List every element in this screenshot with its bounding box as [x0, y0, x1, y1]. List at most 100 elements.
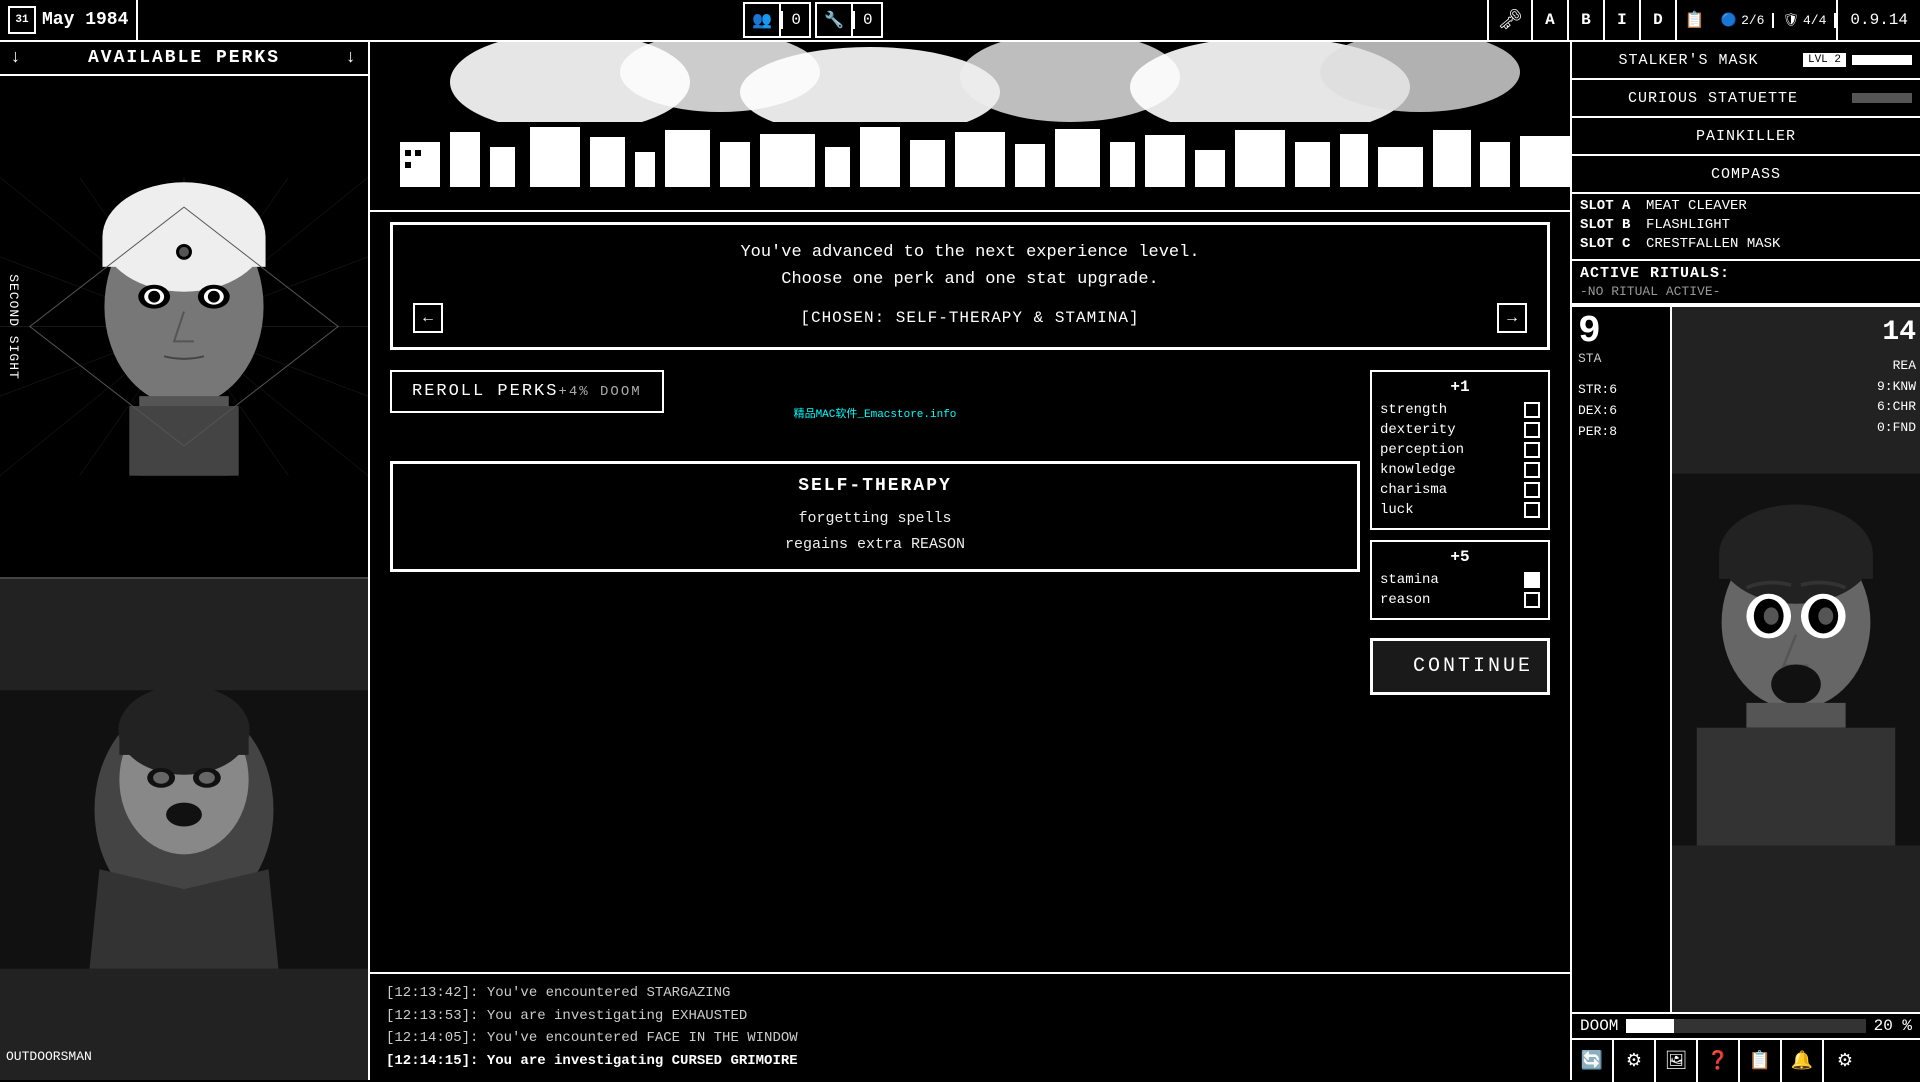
inventory-item-3[interactable]: PAINKILLER — [1572, 118, 1920, 156]
letter-b[interactable]: B — [1569, 0, 1605, 40]
stat-strength-checkbox[interactable] — [1524, 402, 1540, 418]
stat-charisma-row[interactable]: charisma — [1380, 482, 1540, 498]
stat-luck-row[interactable]: luck — [1380, 502, 1540, 518]
action-icon-2[interactable]: ⚙ — [1614, 1040, 1656, 1082]
people-count: 0 — [781, 11, 809, 29]
log-line-4: [12:14:15]: You are investigating CURSED… — [386, 1050, 1554, 1072]
right-portrait: 9 STA STR:6 DEX:6 PER:8 — [1572, 305, 1920, 1012]
plus1-header: +1 — [1380, 378, 1540, 396]
perks-stats-area: REROLL PERKS +4% DOOM 精品MAC软件_Emacstore.… — [370, 360, 1570, 972]
tools-icon: 🔧 — [817, 2, 853, 38]
stat-reason-row[interactable]: reason — [1380, 592, 1540, 608]
chosen-next-btn[interactable]: → — [1497, 303, 1527, 333]
continue-button[interactable]: CONTINUE — [1370, 638, 1550, 695]
chosen-label: [CHOSEN: SELF-THERAPY & STAMINA] — [800, 309, 1139, 327]
letter-extra[interactable]: 📋 — [1677, 0, 1713, 40]
character-portrait: SECOND SIGHT — [0, 76, 368, 1080]
people-resource: 👥 0 — [743, 2, 811, 38]
stat-charisma-checkbox[interactable] — [1524, 482, 1540, 498]
letter-d[interactable]: D — [1641, 0, 1677, 40]
doom-section: DOOM 20 % — [1572, 1012, 1920, 1038]
slot-b-item: FLASHLIGHT — [1646, 217, 1730, 233]
slot-c-item: CRESTFALLEN MASK — [1646, 236, 1780, 252]
doom-label: DOOM — [1580, 1017, 1618, 1035]
stat-dexterity-row[interactable]: dexterity — [1380, 422, 1540, 438]
stat-stamina-row[interactable]: stamina — [1380, 572, 1540, 588]
stat-dexterity-label: dexterity — [1380, 422, 1524, 438]
log-line-1: [12:13:42]: You've encountered STARGAZIN… — [386, 982, 1554, 1004]
inventory-item-4-name: COMPASS — [1580, 166, 1912, 183]
inventory-item-4[interactable]: COMPASS — [1572, 156, 1920, 194]
rituals-value: -NO RITUAL ACTIVE- — [1580, 284, 1912, 299]
game-scene — [370, 42, 1570, 212]
log-line-3: [12:14:05]: You've encountered FACE IN T… — [386, 1027, 1554, 1049]
inventory-item-2-name: CURIOUS STATUETTE — [1580, 90, 1846, 107]
calendar-icon: 31 — [8, 6, 36, 34]
tools-count: 0 — [853, 11, 881, 29]
main-layout: ↓ AVAILABLE PERKS ↓ — [0, 42, 1920, 1080]
action-icon-3[interactable]: 🖼 — [1656, 1040, 1698, 1082]
plus5-header: +5 — [1380, 548, 1540, 566]
stat-luck-checkbox[interactable] — [1524, 502, 1540, 518]
doom-bar-container — [1626, 1019, 1865, 1033]
letter-a[interactable]: A — [1533, 0, 1569, 40]
inventory-item-1-badge: LVL 2 — [1803, 53, 1846, 67]
stat-stamina-label: stamina — [1380, 572, 1524, 588]
perk-desc: forgetting spells regains extra REASON — [405, 506, 1345, 557]
portrait-bottom: OUTDOORSMAN — [0, 579, 368, 1080]
sta-label: STA — [1578, 351, 1664, 366]
stat-perception-checkbox[interactable] — [1524, 442, 1540, 458]
portrait-top: SECOND SIGHT — [0, 76, 368, 579]
rituals-title: ACTIVE RITUALS: — [1580, 265, 1912, 282]
action-icon-5[interactable]: 📋 — [1740, 1040, 1782, 1082]
stat-dexterity-checkbox[interactable] — [1524, 422, 1540, 438]
stat-perception-row[interactable]: perception — [1380, 442, 1540, 458]
people-icon: 👥 — [745, 2, 781, 38]
stat-luck-label: luck — [1380, 502, 1524, 518]
bottom-action-bar: 🔄 ⚙ 🖼 ❓ 📋 🔔 ⚙ — [1572, 1038, 1920, 1080]
sta-value: 9 — [1578, 313, 1664, 351]
letter-i[interactable]: I — [1605, 0, 1641, 40]
reroll-perks-button[interactable]: REROLL PERKS +4% DOOM — [390, 370, 664, 413]
armor-icon: 🛡 — [1782, 13, 1799, 28]
health-icon: 🔵 — [1721, 13, 1737, 28]
rituals-section: ACTIVE RITUALS: -NO RITUAL ACTIVE- — [1572, 261, 1920, 305]
slot-a-label: SLOT A — [1580, 198, 1640, 214]
action-icon-7[interactable]: ⚙ — [1824, 1040, 1866, 1082]
top-bar: 31 May 1984 👥 0 🔧 0 🗝 A B I D 📋 🔵 2/6 🛡 … — [0, 0, 1920, 42]
selected-perk[interactable]: SELF-THERAPY forgetting spells regains e… — [390, 461, 1360, 572]
chosen-prev-btn[interactable]: ← — [413, 303, 443, 333]
stat-knowledge-row[interactable]: knowledge — [1380, 462, 1540, 478]
stat-strength-row[interactable]: strength — [1380, 402, 1540, 418]
center-panel: You've advanced to the next experience l… — [370, 42, 1570, 1080]
log-area: [12:13:42]: You've encountered STARGAZIN… — [370, 972, 1570, 1080]
stat-knowledge-checkbox[interactable] — [1524, 462, 1540, 478]
slot-c-row: SLOT C CRESTFALLEN MASK — [1580, 236, 1912, 252]
stat-stamina-checkbox[interactable] — [1524, 572, 1540, 588]
stat-strength-label: strength — [1380, 402, 1524, 418]
outdoorsman-label: OUTDOORSMAN — [6, 1049, 92, 1064]
action-icon-1[interactable]: 🔄 — [1572, 1040, 1614, 1082]
perk-name: SELF-THERAPY — [405, 476, 1345, 496]
plus1-stats: +1 strength dexterity perception kno — [1370, 370, 1550, 530]
inventory-item-2[interactable]: CURIOUS STATUETTE — [1572, 80, 1920, 118]
right-stats-col: 9 STA STR:6 DEX:6 PER:8 — [1572, 307, 1672, 1012]
slot-a-item: MEAT CLEAVER — [1646, 198, 1747, 214]
left-panel: ↓ AVAILABLE PERKS ↓ — [0, 42, 370, 1080]
slot-c-label: SLOT C — [1580, 236, 1640, 252]
date-display: 31 May 1984 — [0, 0, 138, 40]
stats-section: +1 strength dexterity perception kno — [1370, 370, 1550, 962]
perks-section: REROLL PERKS +4% DOOM 精品MAC软件_Emacstore.… — [390, 370, 1360, 962]
inventory-item-1[interactable]: STALKER'S MASK LVL 2 — [1572, 42, 1920, 80]
chosen-bar: ← [CHOSEN: SELF-THERAPY & STAMINA] → — [413, 303, 1527, 333]
arrow-right-icon: ↓ — [345, 48, 358, 68]
inventory-item-1-name: STALKER'S MASK — [1580, 52, 1797, 69]
stat-reason-checkbox[interactable] — [1524, 592, 1540, 608]
action-icon-4[interactable]: ❓ — [1698, 1040, 1740, 1082]
watermark: 精品MAC软件_Emacstore.info — [794, 408, 957, 423]
inventory-item-1-bar — [1852, 55, 1912, 65]
log-line-2: [12:13:53]: You are investigating EXHAUS… — [386, 1005, 1554, 1027]
character-portrait-svg — [0, 76, 368, 577]
stat-reason-label: reason — [1380, 592, 1524, 608]
action-icon-6[interactable]: 🔔 — [1782, 1040, 1824, 1082]
